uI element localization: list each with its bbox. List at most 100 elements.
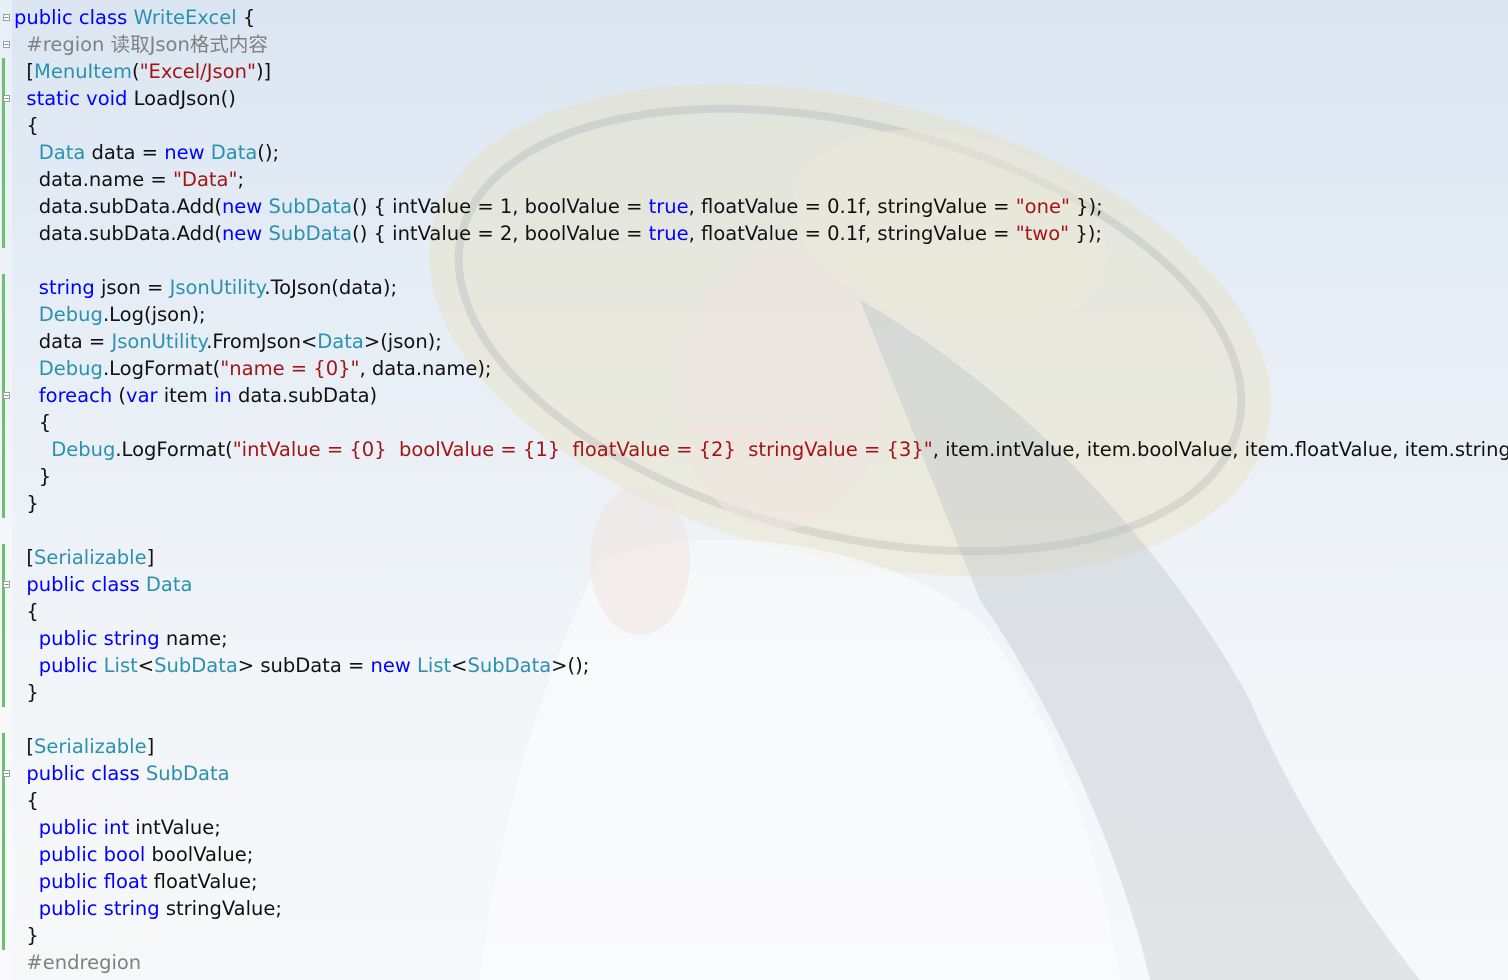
code-line[interactable]: public int intValue; bbox=[14, 814, 1508, 841]
code-line[interactable]: public class WriteExcel { bbox=[14, 4, 1508, 31]
code-line[interactable]: Debug.LogFormat("name = {0}", data.name)… bbox=[14, 355, 1508, 382]
code-line[interactable]: foreach (var item in data.subData) bbox=[14, 382, 1508, 409]
code-token: { bbox=[14, 600, 39, 623]
code-token: Debug bbox=[51, 438, 116, 461]
code-line[interactable]: #endregion bbox=[14, 949, 1508, 976]
collapse-icon[interactable]: − bbox=[3, 95, 10, 103]
collapse-icon[interactable]: − bbox=[3, 770, 10, 778]
code-token: < bbox=[137, 654, 155, 677]
code-line[interactable]: string json = JsonUtility.ToJson(data); bbox=[14, 274, 1508, 301]
code-line[interactable]: public bool boolValue; bbox=[14, 841, 1508, 868]
code-line[interactable] bbox=[14, 706, 1508, 733]
code-token: LoadJson() bbox=[127, 87, 236, 110]
code-line[interactable]: } bbox=[14, 490, 1508, 517]
code-line[interactable]: } bbox=[14, 463, 1508, 490]
code-token: foreach bbox=[38, 384, 113, 407]
code-line[interactable]: public float floatValue; bbox=[14, 868, 1508, 895]
code-token: new bbox=[221, 222, 263, 245]
code-text-area[interactable]: public class WriteExcel { #region 读取Json… bbox=[14, 4, 1508, 976]
code-line[interactable]: Data data = new Data(); bbox=[14, 139, 1508, 166]
code-token: Data bbox=[145, 573, 193, 596]
code-line[interactable] bbox=[14, 517, 1508, 544]
collapse-icon[interactable]: − bbox=[3, 581, 10, 589]
code-token: true bbox=[648, 195, 689, 218]
code-token: }); bbox=[1069, 195, 1103, 218]
code-line[interactable]: data.subData.Add(new SubData() { intValu… bbox=[14, 220, 1508, 247]
code-line[interactable]: } bbox=[14, 679, 1508, 706]
code-token: } bbox=[14, 681, 39, 704]
code-token: SubData bbox=[145, 762, 230, 785]
code-token: stringValue; bbox=[159, 897, 282, 920]
code-token: , floatValue = 0.1f, stringValue = bbox=[688, 195, 1016, 218]
code-line[interactable]: { bbox=[14, 598, 1508, 625]
code-line[interactable]: [MenuItem("Excel/Json")] bbox=[14, 58, 1508, 85]
code-line[interactable]: [Serializable] bbox=[14, 544, 1508, 571]
collapse-icon[interactable]: − bbox=[3, 41, 10, 49]
code-editor[interactable]: − − − − − − public class WriteExcel { #r… bbox=[0, 0, 1508, 980]
code-token: MenuItem bbox=[34, 60, 132, 83]
code-token: json = bbox=[94, 276, 170, 299]
code-token: data.subData.Add( bbox=[14, 222, 222, 245]
code-token: string bbox=[103, 627, 160, 650]
code-line[interactable]: { bbox=[14, 409, 1508, 436]
code-line[interactable]: public string name; bbox=[14, 625, 1508, 652]
code-token: intValue; bbox=[129, 816, 221, 839]
code-token: ( bbox=[112, 384, 127, 407]
code-token: Serializable bbox=[34, 735, 147, 758]
code-line[interactable]: public string stringValue; bbox=[14, 895, 1508, 922]
code-token: WriteExcel bbox=[133, 6, 237, 29]
code-line[interactable]: data = JsonUtility.FromJson<Data>(json); bbox=[14, 328, 1508, 355]
code-token: ( bbox=[131, 60, 140, 83]
code-token: Data bbox=[317, 330, 364, 353]
code-token: JsonUtility bbox=[111, 330, 207, 353]
code-line[interactable]: #region 读取Json格式内容 bbox=[14, 31, 1508, 58]
code-token: class bbox=[78, 6, 128, 29]
code-token: public bbox=[38, 816, 98, 839]
code-token: float bbox=[103, 870, 148, 893]
code-line[interactable]: [Serializable] bbox=[14, 733, 1508, 760]
code-line[interactable]: data.subData.Add(new SubData() { intValu… bbox=[14, 193, 1508, 220]
code-line[interactable] bbox=[14, 247, 1508, 274]
code-line[interactable]: Debug.Log(json); bbox=[14, 301, 1508, 328]
code-token: boolValue; bbox=[145, 843, 254, 866]
code-line[interactable]: data.name = "Data"; bbox=[14, 166, 1508, 193]
code-token: { bbox=[14, 789, 39, 812]
code-token: } bbox=[14, 465, 52, 488]
change-marker bbox=[2, 733, 5, 950]
code-token: }); bbox=[1069, 222, 1102, 245]
code-token: "Excel/Json" bbox=[139, 60, 256, 83]
code-token: data.subData.Add( bbox=[14, 195, 222, 218]
code-token: int bbox=[103, 816, 130, 839]
code-token: { bbox=[14, 411, 52, 434]
code-token: public bbox=[38, 627, 98, 650]
code-token: [ bbox=[14, 735, 35, 758]
code-line[interactable]: static void LoadJson() bbox=[14, 85, 1508, 112]
code-token: public bbox=[38, 654, 98, 677]
code-token: Data bbox=[38, 141, 86, 164]
collapse-icon[interactable]: − bbox=[3, 392, 10, 400]
code-line[interactable]: public class SubData bbox=[14, 760, 1508, 787]
collapse-icon[interactable]: − bbox=[3, 14, 10, 22]
code-token: data = bbox=[14, 330, 112, 353]
code-token: >(json); bbox=[363, 330, 442, 353]
code-line[interactable]: { bbox=[14, 787, 1508, 814]
code-token: SubData bbox=[268, 195, 353, 218]
code-token: "Data" bbox=[172, 168, 238, 191]
code-token: .FromJson< bbox=[206, 330, 318, 353]
code-line[interactable]: public List<SubData> subData = new List<… bbox=[14, 652, 1508, 679]
code-token: string bbox=[38, 276, 95, 299]
code-line[interactable]: Debug.LogFormat("intValue = {0} boolValu… bbox=[14, 436, 1508, 463]
code-line[interactable]: public class Data bbox=[14, 571, 1508, 598]
code-token: .LogFormat( bbox=[115, 438, 233, 461]
code-token: string bbox=[103, 897, 160, 920]
code-token: )] bbox=[255, 60, 272, 83]
code-line[interactable]: { bbox=[14, 112, 1508, 139]
code-token: var bbox=[126, 384, 158, 407]
code-line[interactable]: } bbox=[14, 922, 1508, 949]
